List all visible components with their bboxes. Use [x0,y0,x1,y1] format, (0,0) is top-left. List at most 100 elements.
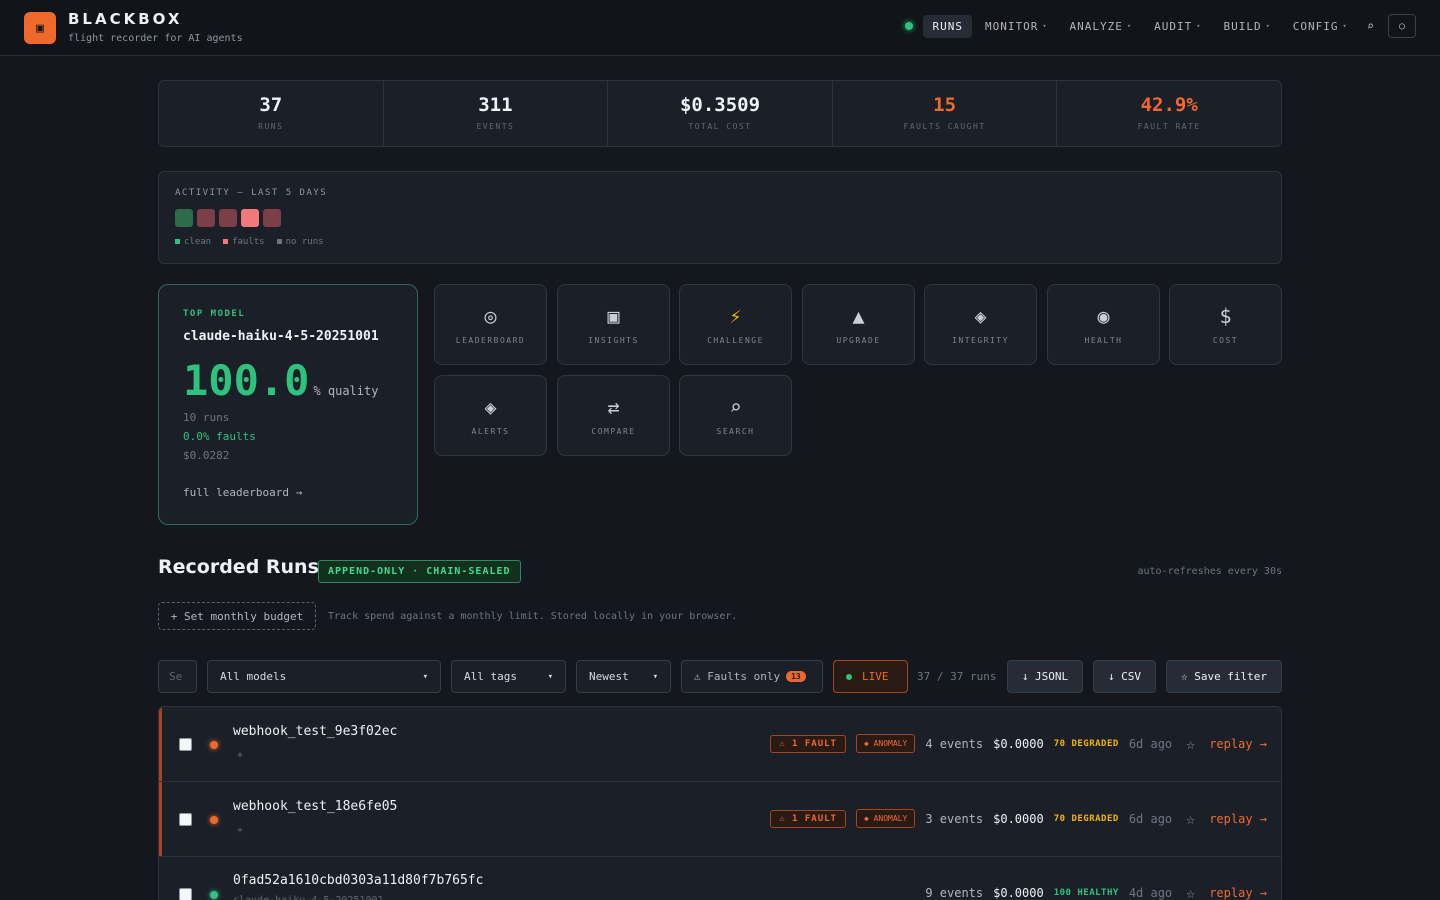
run-row[interactable]: 0fad52a1610cbd0303a11d80f7b765fc claude-… [159,857,1281,900]
stat-label: FAULTS CAUGHT [903,122,986,131]
tool-integrity[interactable]: ◈ INTEGRITY [924,284,1037,365]
search-input[interactable]: Se [158,660,197,693]
tool-label: INSIGHTS [588,336,639,345]
stat-label: EVENTS [476,122,515,131]
run-name[interactable]: 0fad52a1610cbd0303a11d80f7b765fc [233,873,483,888]
activity-day-cell[interactable] [263,209,281,227]
chevron-down-icon: ▾ [1042,22,1048,30]
search-icon: ⌕ [729,395,742,419]
run-row[interactable]: webhook_test_9e3f02ec + ⚠ 1 FAULT ◆ ANOM… [159,707,1281,782]
replay-link[interactable]: replay → [1209,886,1267,900]
tool-label: HEALTH [1084,336,1123,345]
export-csv-button[interactable]: ↓ CSV [1093,660,1156,693]
tool-search[interactable]: ⌕ SEARCH [679,375,792,456]
export-jsonl-button[interactable]: ↓ JSONL [1007,660,1083,693]
add-tag-button[interactable]: + [237,825,243,836]
run-events: 9 events [925,886,984,900]
upgrade-icon: ▲ [852,304,865,328]
refresh-note: auto-refreshes every 30s [1137,566,1283,577]
run-row[interactable]: webhook_test_18e6fe05 + ⚠ 1 FAULT ◆ ANOM… [159,782,1281,857]
chevron-down-icon: ▾ [422,671,428,682]
main-nav: RUNS MONITOR ▾ ANALYZE ▾ AUDIT ▾ BUILD ▾ CON… [905,14,1416,38]
nav-audit[interactable]: AUDIT ▾ [1145,15,1210,38]
chevron-down-icon: ▾ [1342,22,1348,30]
sort-select[interactable]: Newest ▾ [576,660,671,693]
star-icon[interactable]: ☆ [1186,810,1195,828]
replay-link[interactable]: replay → [1209,737,1267,751]
runs-count: 37 / 37 runs [917,670,997,683]
theme-toggle-button[interactable]: ○ [1388,14,1416,38]
nav-runs[interactable]: RUNS [923,14,972,38]
tool-label: COST [1212,336,1239,345]
faults-only-toggle[interactable]: ⚠ Faults only 13 [681,660,823,693]
nav-build[interactable]: BUILD ▾ [1214,15,1279,38]
run-select-checkbox[interactable] [179,738,192,751]
top-model-score-row: 100.0 % quality [183,356,393,405]
nav-monitor[interactable]: MONITOR ▾ [976,15,1057,38]
activity-heatmap [175,209,1265,227]
activity-day-cell[interactable] [197,209,215,227]
top-model-card[interactable]: TOP MODEL claude-haiku-4-5-20251001 100.… [158,284,418,525]
chevron-down-icon: ▾ [547,671,553,682]
tool-label: SEARCH [716,427,755,436]
run-age: 4d ago [1128,886,1173,900]
chain-sealed-badge: APPEND-ONLY · CHAIN-SEALED [318,560,521,583]
tool-cost[interactable]: $ COST [1169,284,1282,365]
run-select-checkbox[interactable] [179,813,192,826]
run-select-checkbox[interactable] [179,888,192,900]
nav-config[interactable]: CONFIG ▾ [1284,15,1357,38]
activity-legend: clean faults no runs [175,237,1265,247]
save-filter-button[interactable]: ☆ Save filter [1166,660,1282,693]
stats-bar: 37 RUNS 311 EVENTS $0.3509 TOTAL COST 15… [158,80,1282,147]
brand: BLACKBOX flight recorder for AI agents [68,10,243,44]
model-select-value: All models [220,670,287,683]
integrity-icon: ◈ [974,304,987,328]
brand-name[interactable]: BLACKBOX [68,10,243,28]
stat-fault-rate: 42.9% FAULT RATE [1057,81,1281,146]
tool-leaderboard[interactable]: ◎ LEADERBOARD [434,284,547,365]
star-icon[interactable]: ☆ [1186,735,1195,753]
chevron-down-icon: ▾ [652,671,658,682]
stat-value: 42.9% [1140,94,1198,116]
activity-day-cell[interactable] [219,209,237,227]
bolt-icon: ⚡ [729,304,742,328]
star-icon[interactable]: ☆ [1186,884,1195,900]
add-tag-button[interactable]: + [237,750,243,761]
run-meta: 9 events $0.0000 100 HEALTHY 4d ago ☆ re… [925,884,1267,900]
run-name[interactable]: webhook_test_18e6fe05 [233,799,397,814]
tool-label: LEADERBOARD [455,336,526,345]
run-events: 4 events [925,736,984,751]
tool-compare[interactable]: ⇄ COMPARE [557,375,670,456]
live-toggle[interactable]: LIVE [833,660,908,693]
stat-value: 311 [478,94,513,116]
tool-challenge[interactable]: ⚡ CHALLENGE [679,284,792,365]
tags-select[interactable]: All tags ▾ [451,660,566,693]
tool-label: INTEGRITY [952,336,1009,345]
activity-day-cell[interactable] [175,209,193,227]
run-meta: ⚠ 1 FAULT ◆ ANOMALY 3 events $0.0000 70 … [770,809,1267,828]
fault-status-icon [210,816,218,824]
legend-swatch [175,239,180,244]
full-leaderboard-link[interactable]: full leaderboard → [183,486,393,499]
tool-alerts[interactable]: ◈ ALERTS [434,375,547,456]
activity-day-cell[interactable] [241,209,259,227]
tool-upgrade[interactable]: ▲ UPGRADE [802,284,915,365]
tool-insights[interactable]: ▣ INSIGHTS [557,284,670,365]
tool-health[interactable]: ◉ HEALTH [1047,284,1160,365]
health-badge: 70 DEGRADED [1053,738,1119,749]
chevron-down-icon: ▾ [1265,22,1271,30]
health-badge: 100 HEALTHY [1053,888,1119,898]
run-name[interactable]: webhook_test_9e3f02ec [233,724,397,739]
chevron-down-icon: ▾ [1196,22,1202,30]
nav-analyze[interactable]: ANALYZE ▾ [1061,15,1142,38]
replay-link[interactable]: replay → [1209,812,1267,826]
logo-icon[interactable]: ▣ [24,12,56,44]
chevron-down-icon: ▾ [1126,22,1133,30]
top-model-name: claude-haiku-4-5-20251001 [183,329,379,344]
model-select[interactable]: All models ▾ [207,660,441,693]
brand-tagline: flight recorder for AI agents [68,33,243,44]
leaderboard-icon: ◎ [484,304,497,328]
set-budget-button[interactable]: + Set monthly budget [158,602,316,630]
search-icon[interactable]: ⌕ [1361,19,1380,33]
faults-count-badge: 13 [786,671,806,682]
